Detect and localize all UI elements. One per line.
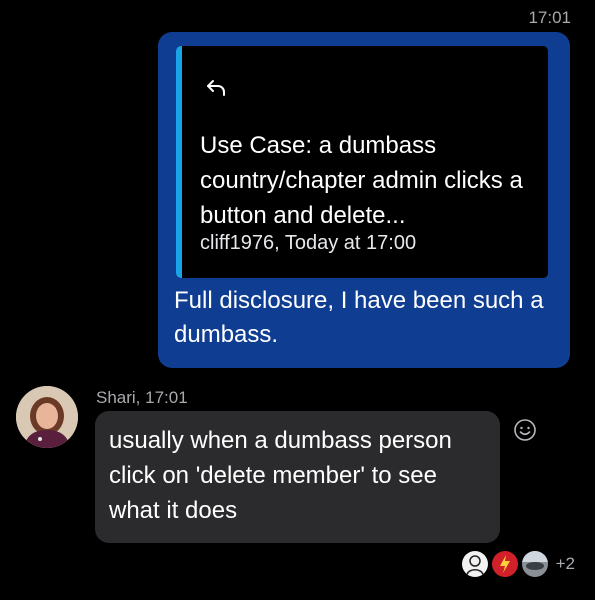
smiley-icon[interactable] [513, 418, 537, 442]
quoted-message-text: Use Case: a dumbass country/chapter admi… [200, 132, 523, 229]
message-timestamp: 17:01 [528, 8, 571, 27]
quoted-message-author: cliff1976, Today at 17:00 [200, 232, 417, 254]
seen-extra-count: +2 [555, 554, 575, 573]
incoming-message-bubble[interactable]: usually when a dumbass person click on '… [95, 411, 500, 543]
outgoing-message-bubble[interactable]: Use Case: a dumbass country/chapter admi… [158, 32, 570, 368]
quote-accent-bar [176, 46, 182, 278]
seen-by-row[interactable]: +2 [461, 550, 575, 578]
reply-arrow-icon [207, 80, 225, 96]
avatar-photo [16, 386, 78, 448]
outgoing-message-text: Full disclosure, I have been such a dumb… [174, 287, 544, 348]
seen-avatar [461, 551, 488, 577]
seen-avatar [521, 551, 548, 577]
seen-avatar [491, 551, 518, 577]
quoted-message[interactable]: Use Case: a dumbass country/chapter admi… [176, 46, 548, 278]
sender-name-time: Shari, 17:01 [96, 388, 188, 407]
incoming-message-text: usually when a dumbass person click on '… [109, 427, 452, 524]
avatar[interactable] [16, 386, 78, 448]
